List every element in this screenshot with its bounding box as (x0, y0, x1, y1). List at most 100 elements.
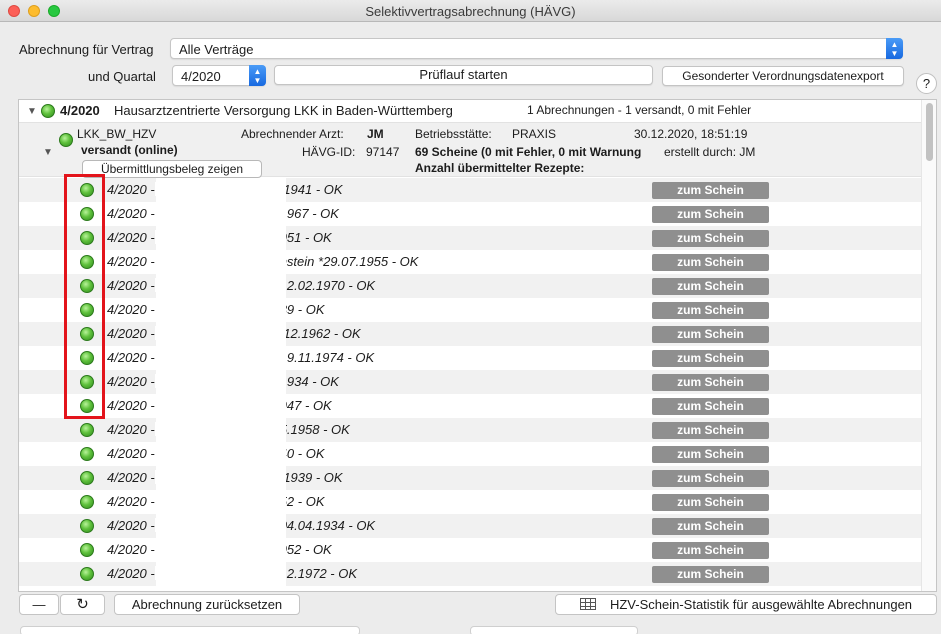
schein-row[interactable]: 4/2020 - 52 - OK zum Schein (19, 490, 922, 514)
site-label: Betriebsstätte: (415, 127, 492, 141)
chevron-updown-icon: ▲ ▼ (886, 38, 903, 59)
bottom-toolbar: — ↻ Abrechnung zurücksetzen HZV-Schein-S… (18, 592, 937, 616)
highlight-box (64, 174, 105, 419)
schein-row-birthdate-status: 1967 - OK (279, 206, 339, 221)
to-schein-button[interactable]: zum Schein (652, 254, 769, 271)
scrollbar-thumb[interactable] (926, 103, 933, 161)
schein-row-quarter: 4/2020 - (107, 182, 155, 197)
disclosure-triangle-icon[interactable]: ▼ (43, 147, 53, 158)
to-schein-button[interactable]: zum Schein (652, 182, 769, 199)
schein-row-quarter: 4/2020 - (107, 350, 155, 365)
contract-select-value: Alle Verträge (179, 42, 254, 57)
schein-row[interactable]: 4/2020 - nstein *29.07.1955 - OK zum Schei… (19, 250, 922, 274)
schein-row-birthdate-status: 5.1958 - OK (279, 422, 350, 437)
to-schein-button[interactable]: zum Schein (652, 494, 769, 511)
to-schein-button[interactable]: zum Schein (652, 446, 769, 463)
run-check-button[interactable]: Prüflauf starten (274, 65, 653, 85)
schein-row-birthdate-status: nstein *29.07.1955 - OK (279, 254, 419, 269)
schein-row[interactable]: 4/2020 - 947 - OK zum Schein (19, 394, 922, 418)
schein-row[interactable]: 4/2020 - 19.11.1974 - OK zum Schein (19, 346, 922, 370)
status-ok-icon (80, 447, 94, 461)
schein-row[interactable]: 4/2020 - 952 - OK zum Schein (19, 538, 922, 562)
refresh-icon: ↻ (76, 596, 89, 613)
scheine-summary: 69 Scheine (0 mit Fehler, 0 mit Warnung (415, 145, 642, 159)
created-by: erstellt durch: JM (664, 145, 756, 159)
group-header[interactable]: ▼ 4/2020 Hausarztzentrierte Versorgung L… (19, 100, 922, 122)
schein-row-birthdate-status: 04.04.1934 - OK (279, 518, 376, 533)
schein-row[interactable]: 4/2020 - 12.1972 - OK zum Schein (19, 562, 922, 586)
schein-row-quarter: 4/2020 - (107, 254, 155, 269)
to-schein-button[interactable]: zum Schein (652, 350, 769, 367)
schein-row-quarter: 4/2020 - (107, 302, 155, 317)
to-schein-button[interactable]: zum Schein (652, 422, 769, 439)
schein-row-quarter: 4/2020 - (107, 230, 155, 245)
quarter-label: und Quartal (88, 69, 156, 84)
prescriptions-label: Anzahl übermittelter Rezepte: (415, 161, 585, 175)
schein-row-quarter: 4/2020 - (107, 566, 155, 581)
schein-rows: 4/2020 - .1941 - OK zum Schein 4/2020 - 1967… (19, 178, 922, 586)
export-button[interactable]: Gesonderter Verordnungsdatenexport (662, 66, 904, 86)
reset-billing-button[interactable]: Abrechnung zurücksetzen (114, 594, 300, 615)
schein-row-quarter: 4/2020 - (107, 518, 155, 533)
schein-row[interactable]: 4/2020 - 39 - OK zum Schein (19, 298, 922, 322)
schein-row-birthdate-status: 951 - OK (279, 230, 332, 245)
schein-row-birthdate-status: 40 - OK (279, 446, 325, 461)
show-receipt-button[interactable]: Übermittlungsbeleg zeigen (82, 160, 262, 178)
to-schein-button[interactable]: zum Schein (652, 230, 769, 247)
to-schein-button[interactable]: zum Schein (652, 302, 769, 319)
refresh-button[interactable]: ↻ (60, 594, 105, 615)
schein-row[interactable]: 4/2020 - 1934 - OK zum Schein (19, 370, 922, 394)
help-button[interactable]: ? (916, 73, 937, 94)
havg-id-label: HÄVG-ID: (302, 145, 356, 159)
to-schein-button[interactable]: zum Schein (652, 518, 769, 535)
schein-statistics-button[interactable]: HZV-Schein-Statistik für ausgewählte Abr… (555, 594, 937, 615)
schein-row[interactable]: 4/2020 - 12.02.1970 - OK zum Schein (19, 274, 922, 298)
billing-detail[interactable]: ▼ LKK_BW_HZV versandt (online) Abrechnen… (19, 122, 922, 178)
contract-select[interactable]: Alle Verträge ▲ ▼ (170, 38, 903, 59)
to-schein-button[interactable]: zum Schein (652, 374, 769, 391)
disclosure-triangle-icon[interactable]: ▼ (27, 106, 37, 117)
status-ok-icon (80, 471, 94, 485)
quarter-select[interactable]: 4/2020 ▲ ▼ (172, 65, 266, 86)
billing-list[interactable]: ▼ 4/2020 Hausarztzentrierte Versorgung L… (18, 99, 937, 592)
schein-row-birthdate-status: 12.1972 - OK (279, 566, 358, 581)
schein-row[interactable]: 4/2020 - 951 - OK zum Schein (19, 226, 922, 250)
schein-row-quarter: 4/2020 - (107, 374, 155, 389)
doctor-label: Abrechnender Arzt: (241, 127, 344, 141)
status-ok-icon (80, 495, 94, 509)
schein-row[interactable]: 4/2020 - 40 - OK zum Schein (19, 442, 922, 466)
quarter-select-value: 4/2020 (181, 69, 221, 84)
schein-row[interactable]: 4/2020 - 04.04.1934 - OK zum Schein (19, 514, 922, 538)
schein-row[interactable]: 4/2020 - 5.1958 - OK zum Schein (19, 418, 922, 442)
site-value: PRAXIS (512, 127, 557, 141)
to-schein-button[interactable]: zum Schein (652, 566, 769, 583)
to-schein-button[interactable]: zum Schein (652, 278, 769, 295)
to-schein-button[interactable]: zum Schein (652, 398, 769, 415)
to-schein-button[interactable]: zum Schein (652, 206, 769, 223)
remove-button[interactable]: — (19, 594, 59, 615)
status-ok-icon (41, 104, 55, 118)
schein-row-birthdate-status: .1941 - OK (279, 182, 343, 197)
schein-row-quarter: 4/2020 - (107, 206, 155, 221)
to-schein-button[interactable]: zum Schein (652, 326, 769, 343)
to-schein-button[interactable]: zum Schein (652, 542, 769, 559)
schein-row-birthdate-status: .12.1962 - OK (279, 326, 361, 341)
havg-id-value: 97147 (366, 145, 400, 159)
partial-select[interactable] (470, 626, 638, 634)
to-schein-button[interactable]: zum Schein (652, 470, 769, 487)
schein-row[interactable]: 4/2020 - 1967 - OK zum Schein (19, 202, 922, 226)
status-ok-icon (80, 519, 94, 533)
status-ok-icon (80, 543, 94, 557)
schein-row-birthdate-status: 19.11.1974 - OK (279, 350, 375, 365)
schein-row[interactable]: 4/2020 - .12.1962 - OK zum Schein (19, 322, 922, 346)
schein-row-birthdate-status: 1934 - OK (279, 374, 339, 389)
schein-row-quarter: 4/2020 - (107, 278, 155, 293)
schein-row-birthdate-status: 952 - OK (279, 542, 332, 557)
contract-label: Abrechnung für Vertrag (19, 42, 154, 57)
title-bar: Selektivvertragsabrechnung (HÄVG) (0, 0, 941, 22)
schein-row[interactable]: 4/2020 - .1939 - OK zum Schein (19, 466, 922, 490)
vertical-scrollbar[interactable] (921, 100, 936, 591)
status-ok-icon (59, 133, 73, 147)
schein-row-quarter: 4/2020 - (107, 326, 155, 341)
schein-row[interactable]: 4/2020 - .1941 - OK zum Schein (19, 178, 922, 202)
